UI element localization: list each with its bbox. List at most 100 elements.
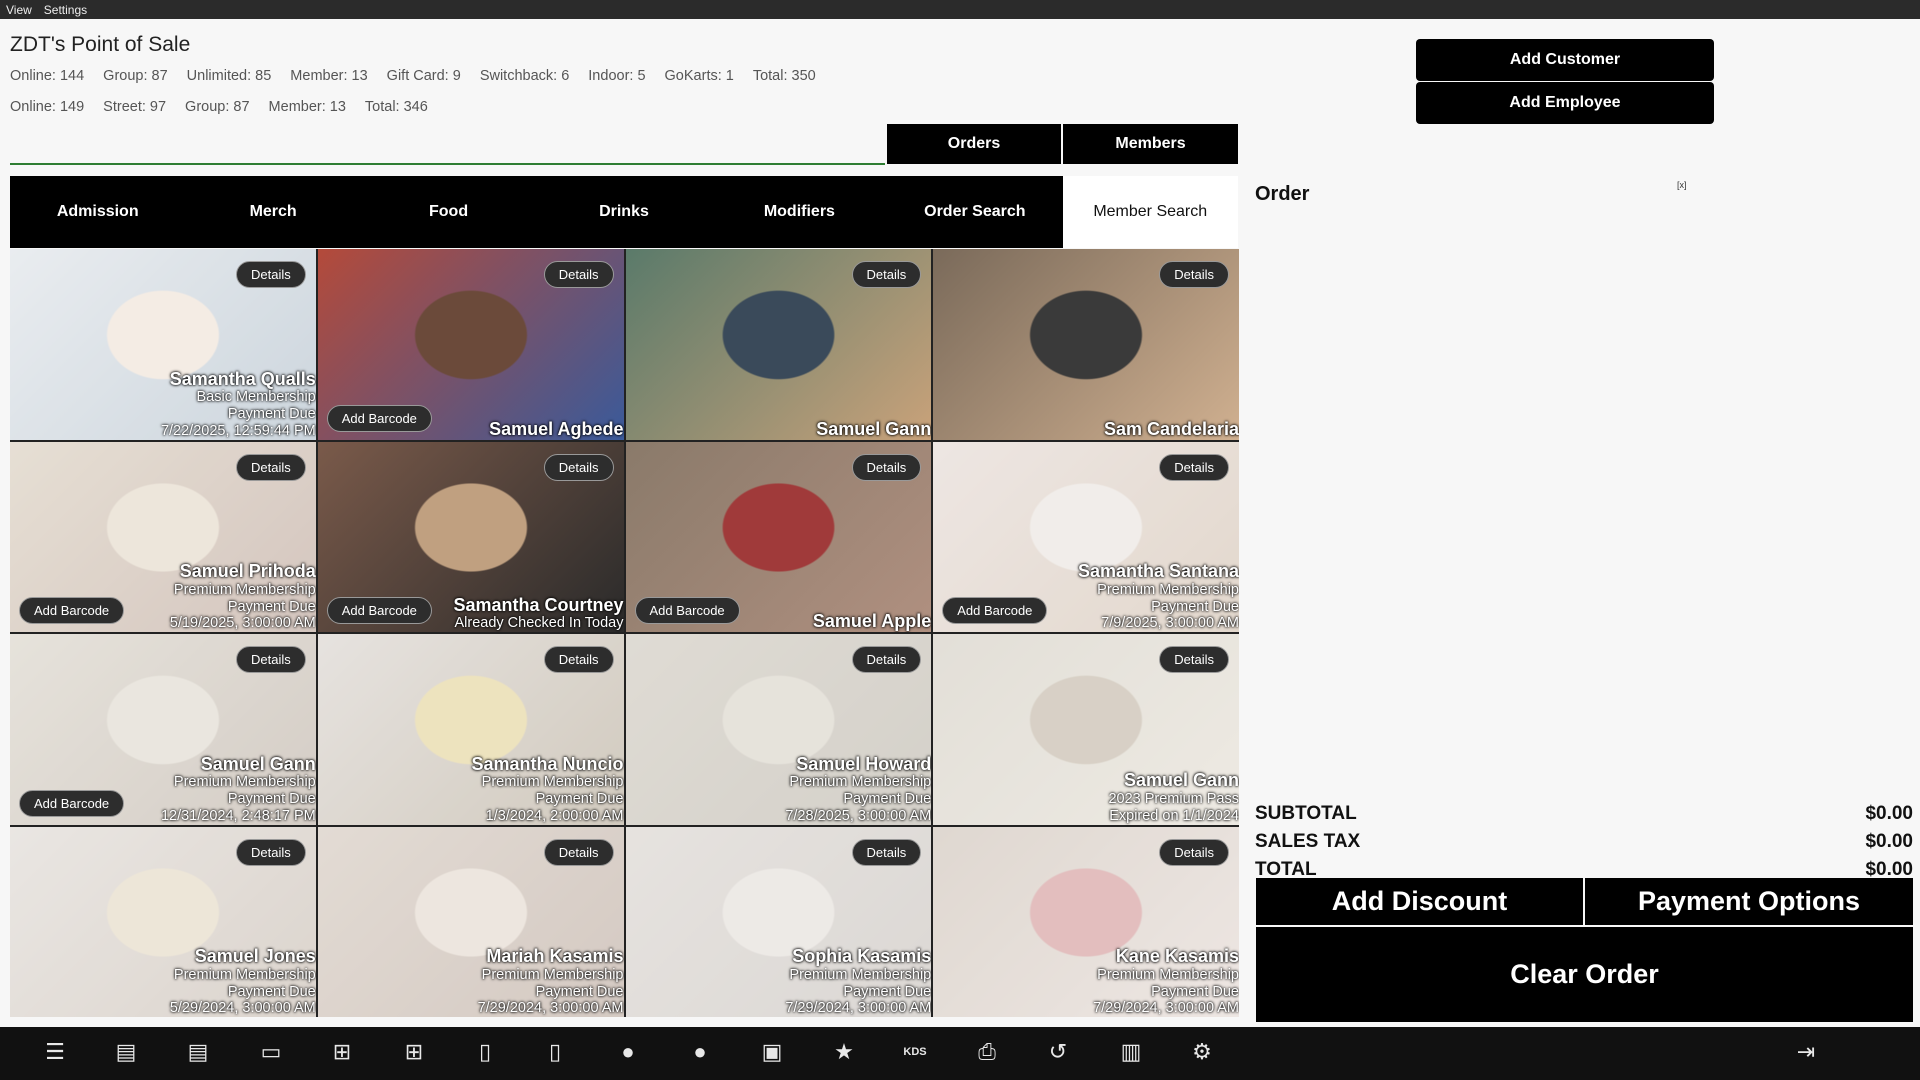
- member-card[interactable]: Details Add Barcode Samantha Courtney Alrea…: [317, 441, 624, 632]
- add-book-alt-icon[interactable]: ⊞: [396, 1034, 432, 1070]
- register-icon[interactable]: ▤: [108, 1034, 144, 1070]
- details-button[interactable]: Details: [1159, 646, 1229, 673]
- member-card[interactable]: Details Samantha Nuncio Premium Membership…: [317, 634, 624, 825]
- member-info: Samuel Gann: [816, 419, 931, 440]
- member-card[interactable]: Details Add Barcode Samuel Apple: [625, 441, 932, 632]
- people-icon[interactable]: ●: [610, 1034, 646, 1070]
- tab-admission[interactable]: Admission: [10, 176, 185, 248]
- register-alt-icon[interactable]: ▤: [180, 1034, 216, 1070]
- sales-tax-label: SALES TAX: [1255, 831, 1361, 852]
- kds-icon[interactable]: KDS: [897, 1034, 933, 1070]
- add-barcode-button[interactable]: Add Barcode: [326, 597, 432, 624]
- member-card[interactable]: Details Samuel Howard Premium Membership Pa…: [625, 634, 932, 825]
- members-tab[interactable]: Members: [1063, 124, 1238, 164]
- add-barcode-button[interactable]: Add Barcode: [19, 597, 125, 624]
- tab-order-search[interactable]: Order Search: [887, 176, 1062, 248]
- book-icon[interactable]: ▭: [253, 1034, 289, 1070]
- member-card[interactable]: Details Samuel Gann: [625, 249, 932, 440]
- member-name: Kane Kasamis: [1115, 946, 1239, 967]
- member-card[interactable]: Details Add Barcode Samantha Santana Premiu…: [933, 441, 1239, 632]
- close-icon[interactable]: [x]: [1677, 180, 1687, 190]
- document-alt-icon[interactable]: ▯: [537, 1034, 573, 1070]
- member-info: Samuel Jones Premium Membership Payment Du…: [170, 946, 316, 1017]
- member-card[interactable]: Details Add Barcode Samuel Gann Premium Mem…: [10, 634, 316, 825]
- details-button[interactable]: Details: [851, 261, 922, 288]
- cash-drawer-icon[interactable]: ▥: [1113, 1034, 1149, 1070]
- gear-icon[interactable]: ⚙: [1184, 1034, 1220, 1070]
- printer-icon[interactable]: ⎙: [969, 1034, 1005, 1070]
- subtotal-label: SUBTOTAL: [1255, 803, 1357, 824]
- tab-drinks[interactable]: Drinks: [536, 176, 711, 248]
- document-icon[interactable]: ▯: [467, 1034, 503, 1070]
- stats-row-2: Online: 149 Street: 97 Group: 87 Member:…: [10, 99, 428, 115]
- member-card[interactable]: Details Sophia Kasamis Premium Membership P…: [625, 826, 932, 1017]
- add-book-icon[interactable]: ⊞: [324, 1034, 360, 1070]
- member-card[interactable]: Details Sam Candelaria: [933, 249, 1239, 440]
- details-button[interactable]: Details: [851, 453, 922, 481]
- star-icon[interactable]: ★: [826, 1034, 862, 1070]
- member-card[interactable]: Details Mariah Kasamis Premium Membership P…: [317, 826, 624, 1017]
- id-card-icon[interactable]: ▣: [754, 1034, 790, 1070]
- stat-gift-card: Gift Card: 9: [386, 68, 461, 84]
- member-status-line: Payment Due: [227, 791, 316, 808]
- member-info: Samantha Courtney Already Checked In Toda…: [453, 595, 623, 632]
- details-button[interactable]: Details: [236, 261, 306, 288]
- stat-member: Member: 13: [268, 99, 346, 115]
- member-status-line: 7/28/2025, 3:00:00 AM: [785, 807, 932, 824]
- member-name: Mariah Kasamis: [486, 946, 624, 967]
- people-alt-icon[interactable]: ●: [682, 1034, 718, 1070]
- member-info: Samantha Nuncio Premium Membership Payment…: [471, 754, 623, 825]
- details-button[interactable]: Details: [1159, 838, 1229, 866]
- add-barcode-button[interactable]: Add Barcode: [19, 789, 125, 817]
- subtotal-value: $0.00: [1865, 803, 1913, 824]
- member-info: Samantha Qualls Basic Membership Payment D…: [161, 369, 316, 440]
- add-barcode-button[interactable]: Add Barcode: [942, 597, 1048, 624]
- tab-member-search[interactable]: Member Search: [1062, 176, 1238, 248]
- add-employee-button[interactable]: Add Employee: [1416, 82, 1714, 124]
- member-name: Sam Candelaria: [1103, 418, 1239, 439]
- logout-icon[interactable]: ⇥: [1788, 1034, 1824, 1070]
- details-button[interactable]: Details: [851, 838, 922, 866]
- stat-group: Group: 87: [103, 68, 168, 84]
- orders-tab[interactable]: Orders: [887, 124, 1061, 164]
- add-barcode-button[interactable]: Add Barcode: [634, 597, 740, 624]
- member-status-line: Payment Due: [227, 406, 316, 423]
- add-discount-button[interactable]: Add Discount: [1256, 878, 1583, 925]
- details-button[interactable]: Details: [236, 453, 306, 481]
- details-button[interactable]: Details: [1159, 261, 1229, 288]
- payment-options-button[interactable]: Payment Options: [1585, 878, 1913, 925]
- tab-modifiers[interactable]: Modifiers: [712, 176, 887, 248]
- menu-icon[interactable]: ☰: [37, 1034, 73, 1070]
- tab-food[interactable]: Food: [361, 176, 536, 248]
- member-card[interactable]: Details Samuel Jones Premium Membership Pay…: [10, 826, 316, 1017]
- member-status-line: 2023 Premium Pass: [1108, 791, 1239, 808]
- details-button[interactable]: Details: [236, 838, 306, 866]
- member-card[interactable]: Details Kane Kasamis Premium Membership Pay…: [933, 826, 1239, 1017]
- sales-tax-row: SALES TAX $0.00: [1255, 831, 1913, 853]
- history-icon[interactable]: ↺: [1040, 1034, 1076, 1070]
- tab-merch[interactable]: Merch: [185, 176, 360, 248]
- details-button[interactable]: Details: [543, 261, 614, 288]
- add-barcode-button[interactable]: Add Barcode: [326, 404, 432, 432]
- details-button[interactable]: Details: [543, 838, 614, 866]
- details-button[interactable]: Details: [1159, 453, 1229, 481]
- details-button[interactable]: Details: [543, 453, 614, 481]
- member-status-line: Premium Membership: [173, 581, 316, 598]
- member-card[interactable]: Details Add Barcode Samuel Agbede: [317, 249, 624, 440]
- total-row: TOTAL $0.00: [1255, 859, 1913, 878]
- menu-view[interactable]: View: [6, 3, 32, 17]
- clear-order-button[interactable]: Clear Order: [1256, 927, 1913, 1022]
- member-card[interactable]: Details Samuel Gann 2023 Premium Pass Expir…: [933, 634, 1239, 825]
- details-button[interactable]: Details: [236, 646, 306, 673]
- member-card[interactable]: Details Samantha Qualls Basic Membership Pa…: [10, 249, 316, 440]
- details-button[interactable]: Details: [543, 646, 614, 673]
- details-button[interactable]: Details: [851, 646, 922, 673]
- member-info: Samuel Prihoda Premium Membership Payment …: [170, 561, 316, 632]
- member-status-line: Payment Due: [843, 983, 932, 1000]
- member-card[interactable]: Details Add Barcode Samuel Prihoda Premium …: [10, 441, 316, 632]
- search-input[interactable]: [10, 163, 885, 165]
- member-status-line: 7/29/2024, 3:00:00 AM: [1093, 1000, 1239, 1017]
- member-status-line: 1/3/2024, 2:00:00 AM: [485, 807, 624, 824]
- add-customer-button[interactable]: Add Customer: [1416, 39, 1714, 81]
- menu-settings[interactable]: Settings: [44, 3, 87, 17]
